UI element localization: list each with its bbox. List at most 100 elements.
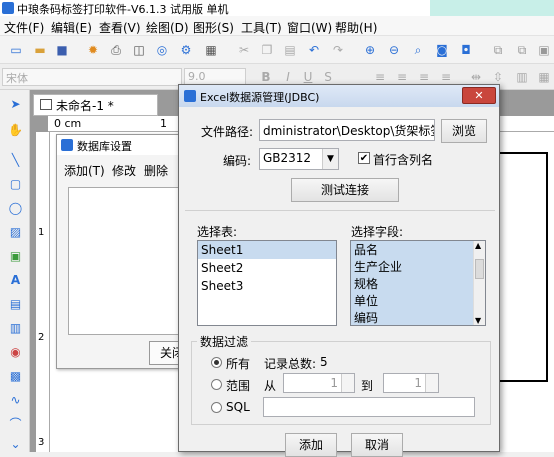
ruler-mark: 3: [38, 437, 45, 448]
open-icon[interactable]: ▬: [32, 42, 48, 58]
align-center-icon[interactable]: ≡: [394, 69, 410, 85]
fit-page-icon[interactable]: ◙: [434, 42, 450, 58]
rect-tool-icon[interactable]: ▢: [7, 176, 24, 193]
grid-icon[interactable]: ▦: [203, 42, 219, 58]
paste-icon[interactable]: ▤: [282, 42, 298, 58]
more-tool-icon[interactable]: ⌄: [7, 436, 24, 453]
spacing-icon[interactable]: ⇹: [468, 69, 484, 85]
barcode-wizard-icon[interactable]: ⚙: [178, 42, 194, 58]
from-value: 1: [330, 376, 338, 390]
table-list[interactable]: Sheet1 Sheet2 Sheet3: [197, 240, 337, 326]
chevron-down-icon[interactable]: ▼: [322, 149, 338, 169]
database-settings-window: 数据库设置 添加(T) 修改 删除 关闭: [56, 134, 196, 369]
underline-icon[interactable]: U: [300, 69, 316, 85]
justify-icon[interactable]: ≡: [438, 69, 454, 85]
menu-help[interactable]: 帮助(H): [335, 19, 377, 36]
field-list-item[interactable]: 品名: [351, 241, 485, 259]
field-list-scrollbar[interactable]: ▲ ▼: [473, 241, 485, 325]
italic-icon[interactable]: I: [280, 69, 296, 85]
menu-window[interactable]: 窗口(W): [287, 19, 332, 36]
align-left-icon[interactable]: ≡: [372, 69, 388, 85]
menu-edit[interactable]: 编辑(E): [51, 19, 92, 36]
paragraph-tool-icon[interactable]: ▤: [7, 296, 24, 313]
field-list-item[interactable]: 编码: [351, 310, 485, 325]
settings-icon[interactable]: ✹: [85, 42, 101, 58]
stepper-icon[interactable]: [341, 374, 354, 392]
filter-range-radio[interactable]: [211, 379, 222, 390]
new-icon[interactable]: ▭: [8, 42, 24, 58]
menu-tools[interactable]: 工具(T): [241, 19, 282, 36]
save-icon[interactable]: ■: [54, 42, 70, 58]
filter-all-radio[interactable]: [211, 357, 222, 368]
scroll-thumb[interactable]: [475, 259, 484, 279]
field-list-item[interactable]: 单位: [351, 293, 485, 310]
db-menu-delete[interactable]: 删除: [144, 162, 168, 179]
group-icon[interactable]: ▣: [536, 42, 552, 58]
browse-button[interactable]: 浏览: [441, 119, 487, 143]
ellipse-tool-icon[interactable]: ◯: [7, 200, 24, 217]
serial-tool-icon[interactable]: ▩: [7, 368, 24, 385]
to-stepper[interactable]: 1: [383, 373, 439, 393]
scroll-up-icon[interactable]: ▲: [475, 241, 481, 250]
stepper-icon[interactable]: [425, 374, 438, 392]
line-tool-icon[interactable]: ╲: [7, 152, 24, 169]
text-tool-icon[interactable]: A: [7, 272, 24, 289]
file-path-input[interactable]: dministrator\Desktop\货架标签.xlsx: [259, 119, 435, 141]
arc-tool-icon[interactable]: ⌒: [7, 416, 24, 433]
title-bar: 中琅条码标签打印软件-V6.1.3 试用版 单机: [0, 0, 554, 16]
redo-icon[interactable]: ↷: [330, 42, 346, 58]
field-list[interactable]: 品名 生产企业 规格 单位 编码 ▲ ▼: [350, 240, 486, 326]
preview-icon[interactable]: ◫: [131, 42, 147, 58]
polygon-tool-icon[interactable]: ▨: [7, 224, 24, 241]
qrcode-tool-icon[interactable]: ◉: [7, 344, 24, 361]
database-list[interactable]: [68, 187, 186, 335]
scroll-down-icon[interactable]: ▼: [475, 316, 481, 325]
table-list-item[interactable]: Sheet3: [198, 277, 336, 295]
zoom-icon[interactable]: ⌕: [410, 42, 426, 58]
barcode-tool-icon[interactable]: ▥: [7, 320, 24, 337]
test-connection-button[interactable]: 测试连接: [291, 178, 399, 202]
menu-view[interactable]: 查看(V): [99, 19, 141, 36]
menu-shape[interactable]: 图形(S): [193, 19, 234, 36]
copy-icon[interactable]: ❐: [259, 42, 275, 58]
font-select[interactable]: 宋体: [2, 68, 182, 86]
db-menu-edit[interactable]: 修改: [112, 162, 136, 179]
bold-icon[interactable]: B: [258, 69, 274, 85]
from-stepper[interactable]: 1: [283, 373, 355, 393]
filter-sql-radio[interactable]: [211, 402, 222, 413]
image-tool-icon[interactable]: ▣: [7, 248, 24, 265]
table-list-item[interactable]: Sheet1: [198, 241, 336, 259]
sql-input[interactable]: [263, 397, 475, 417]
record-count-value: 5: [320, 355, 328, 369]
pointer-icon[interactable]: ➤: [7, 96, 24, 113]
print-icon[interactable]: ⎙: [108, 42, 124, 58]
columns-icon[interactable]: ▥: [514, 69, 530, 85]
align-right-icon[interactable]: ≡: [416, 69, 432, 85]
first-row-checkbox[interactable]: ✔: [358, 152, 370, 164]
align-icon[interactable]: ⧉: [490, 42, 506, 58]
cut-icon[interactable]: ✂: [236, 42, 252, 58]
menu-file[interactable]: 文件(F): [4, 19, 44, 36]
zoom-in-icon[interactable]: ⊕: [362, 42, 378, 58]
encoding-select[interactable]: GB2312 ▼: [259, 148, 339, 170]
distribute-icon[interactable]: ⧉: [514, 42, 530, 58]
db-menu-add[interactable]: 添加(T): [64, 162, 105, 179]
add-button[interactable]: 添加: [285, 433, 337, 457]
field-list-item[interactable]: 规格: [351, 276, 485, 293]
strike-icon[interactable]: S: [320, 69, 336, 85]
menu-draw[interactable]: 绘图(D): [146, 19, 189, 36]
cancel-button[interactable]: 取消: [351, 433, 403, 457]
curve-tool-icon[interactable]: ∿: [7, 392, 24, 409]
table-icon[interactable]: ▦: [536, 69, 552, 85]
line-spacing-icon[interactable]: ⇳: [490, 69, 506, 85]
document-icon: [40, 99, 52, 110]
fit-width-icon[interactable]: ◘: [458, 42, 474, 58]
database-icon[interactable]: ◎: [154, 42, 170, 58]
close-icon[interactable]: ✕: [462, 87, 496, 104]
undo-icon[interactable]: ↶: [306, 42, 322, 58]
zoom-out-icon[interactable]: ⊖: [386, 42, 402, 58]
table-list-item[interactable]: Sheet2: [198, 259, 336, 277]
field-list-item[interactable]: 生产企业: [351, 259, 485, 276]
hand-icon[interactable]: ✋: [7, 122, 24, 139]
label-outline[interactable]: [500, 152, 548, 382]
